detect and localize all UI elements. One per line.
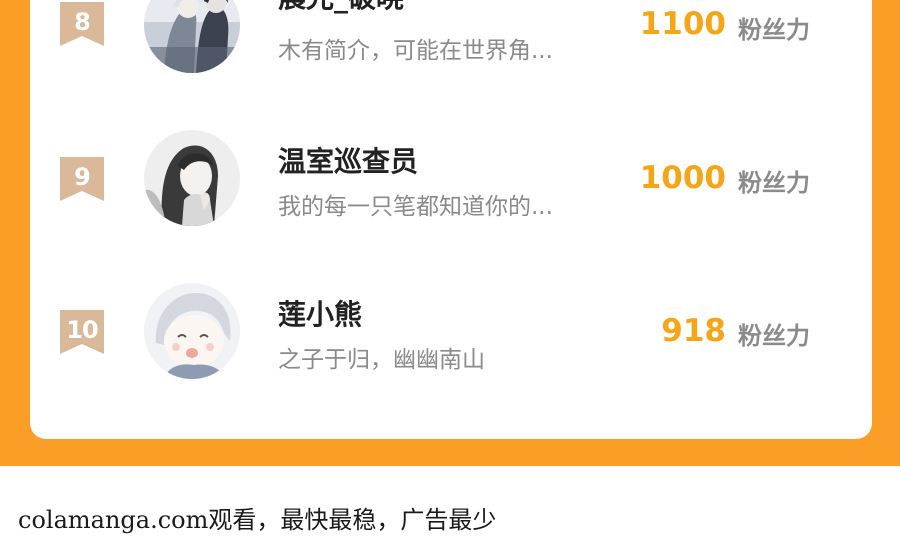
fans-unit: 粉丝力 [738, 16, 810, 44]
avatar[interactable] [144, 0, 240, 73]
fans-count: 1000 [639, 160, 726, 196]
rank-number: 8 [74, 8, 91, 36]
rank-number: 9 [74, 163, 91, 191]
fans-count: 918 [661, 313, 726, 349]
rank-badge: 8 [60, 2, 104, 46]
ranking-row-8[interactable]: 8 晨光_破晓 木有简介，可能在世界角... 1100 粉丝力 [30, 0, 872, 110]
user-bio: 我的每一只笔都知道你的... [278, 194, 553, 220]
avatar[interactable] [144, 283, 240, 379]
ranking-card: 8 晨光_破晓 木有简介，可能在世界角... 1100 粉丝力 [30, 0, 872, 439]
footer-watermark-text: colamanga.com观看，最快最稳，广告最少 [18, 506, 497, 534]
user-name[interactable]: 温室巡查员 [278, 140, 418, 180]
user-name[interactable]: 莲小熊 [278, 293, 362, 333]
rank-number: 10 [66, 316, 98, 344]
ranking-frame: 8 晨光_破晓 木有简介，可能在世界角... 1100 粉丝力 [0, 0, 900, 466]
fans-unit: 粉丝力 [738, 322, 810, 350]
user-bio: 木有简介，可能在世界角... [278, 38, 553, 64]
rank-badge: 10 [60, 310, 104, 354]
ranking-row-9[interactable]: 9 温室巡查员 我的每一只笔都知道你的... 1000 粉丝力 [30, 110, 872, 240]
ranking-row-10[interactable]: 10 莲小熊 之子于归，幽幽南山 918 粉丝力 [30, 263, 872, 393]
rank-badge: 9 [60, 157, 104, 201]
user-bio: 之子于归，幽幽南山 [278, 347, 485, 373]
fans-unit: 粉丝力 [738, 169, 810, 197]
user-name[interactable]: 晨光_破晓 [278, 0, 404, 16]
fans-count: 1100 [639, 6, 726, 42]
avatar[interactable] [144, 130, 240, 226]
